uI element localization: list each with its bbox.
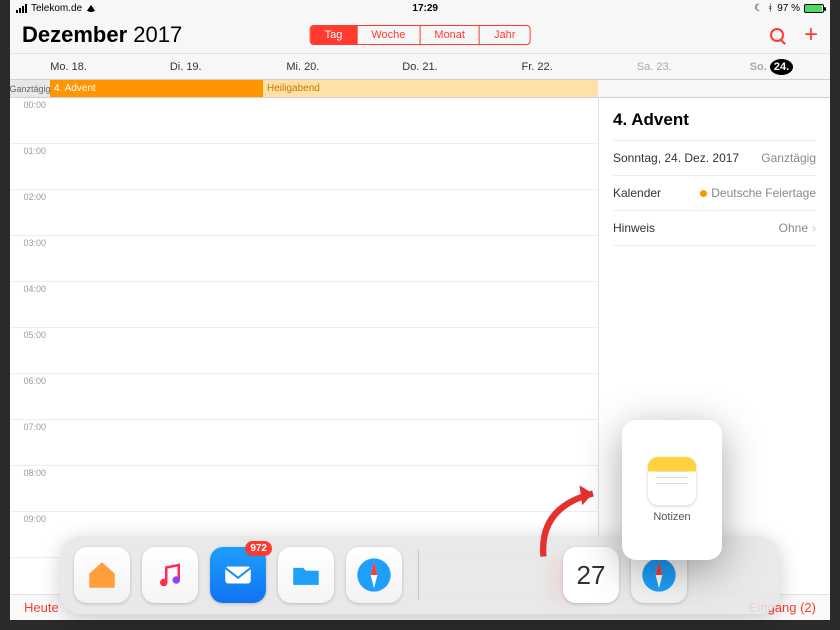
event-allday: Ganztägig bbox=[761, 151, 816, 165]
wifi-icon bbox=[86, 5, 96, 12]
bluetooth-icon: ᚼ bbox=[767, 3, 773, 14]
day-sun[interactable]: So. 24. bbox=[713, 61, 830, 73]
hour-label: 05:00 bbox=[10, 328, 50, 373]
day-wed[interactable]: Mi. 20. bbox=[244, 61, 361, 73]
hour-label: 02:00 bbox=[10, 190, 50, 235]
seg-month[interactable]: Monat bbox=[420, 26, 480, 44]
day-fri[interactable]: Fr. 22. bbox=[479, 61, 596, 73]
hour-label: 06:00 bbox=[10, 374, 50, 419]
today-button[interactable]: Heute bbox=[24, 600, 59, 615]
allday-row: Ganztägig 4. Advent Heiligabend bbox=[10, 80, 830, 98]
carrier-label: Telekom.de bbox=[31, 3, 82, 14]
status-bar: Telekom.de 17:29 ☾ ᚼ 97 % bbox=[10, 0, 830, 16]
dock-files-app[interactable] bbox=[278, 547, 334, 603]
notes-label: Notizen bbox=[653, 511, 690, 523]
hour-label: 09:00 bbox=[10, 512, 50, 557]
hour-label: 03:00 bbox=[10, 236, 50, 281]
status-time: 17:29 bbox=[96, 3, 754, 14]
seg-year[interactable]: Jahr bbox=[480, 26, 529, 44]
battery-percent: 97 % bbox=[777, 3, 800, 14]
dock-mail-app[interactable]: 972 bbox=[210, 547, 266, 603]
hour-label: 04:00 bbox=[10, 282, 50, 327]
allday-label: Ganztägig bbox=[10, 80, 50, 97]
day-thu[interactable]: Do. 21. bbox=[361, 61, 478, 73]
alert-row[interactable]: Hinweis Ohne› bbox=[613, 211, 816, 246]
dock-safari-app[interactable] bbox=[346, 547, 402, 603]
page-title: Dezember 2017 bbox=[22, 22, 182, 48]
view-segmented-control[interactable]: Tag Woche Monat Jahr bbox=[310, 25, 531, 45]
battery-icon bbox=[804, 4, 824, 13]
dock-home-app[interactable] bbox=[74, 547, 130, 603]
day-sat[interactable]: Sa. 23. bbox=[596, 61, 713, 73]
seg-week[interactable]: Woche bbox=[357, 26, 420, 44]
hour-label: 07:00 bbox=[10, 420, 50, 465]
header: Dezember 2017 Tag Woche Monat Jahr + bbox=[10, 16, 830, 54]
dock-separator bbox=[418, 550, 419, 600]
mail-badge: 972 bbox=[245, 541, 272, 556]
seg-day[interactable]: Tag bbox=[311, 26, 358, 44]
notes-icon bbox=[648, 457, 696, 505]
moon-icon: ☾ bbox=[754, 3, 763, 14]
drag-preview-notes[interactable]: Notizen bbox=[622, 420, 722, 560]
allday-event-advent[interactable]: 4. Advent bbox=[50, 80, 260, 97]
allday-event-heiligabend[interactable]: Heiligabend bbox=[260, 80, 598, 97]
timeline[interactable]: 00:00 01:00 02:00 03:00 04:00 05:00 06:0… bbox=[10, 98, 598, 594]
calendar-row[interactable]: Kalender Deutsche Feiertage bbox=[613, 176, 816, 211]
day-tue[interactable]: Di. 19. bbox=[127, 61, 244, 73]
weekday-strip: Mo. 18. Di. 19. Mi. 20. Do. 21. Fr. 22. … bbox=[10, 54, 830, 80]
event-title: 4. Advent bbox=[613, 110, 816, 130]
search-icon[interactable] bbox=[770, 28, 784, 42]
annotation-arrow bbox=[530, 480, 620, 570]
hour-label: 00:00 bbox=[10, 98, 50, 143]
dock-music-app[interactable] bbox=[142, 547, 198, 603]
hour-label: 01:00 bbox=[10, 144, 50, 189]
add-event-icon[interactable]: + bbox=[804, 28, 818, 42]
chevron-right-icon: › bbox=[812, 221, 816, 235]
event-date: Sonntag, 24. Dez. 2017 bbox=[613, 151, 739, 165]
day-mon[interactable]: Mo. 18. bbox=[10, 61, 127, 73]
calendar-color-dot bbox=[700, 190, 707, 197]
signal-icon bbox=[16, 4, 27, 13]
hour-label: 08:00 bbox=[10, 466, 50, 511]
